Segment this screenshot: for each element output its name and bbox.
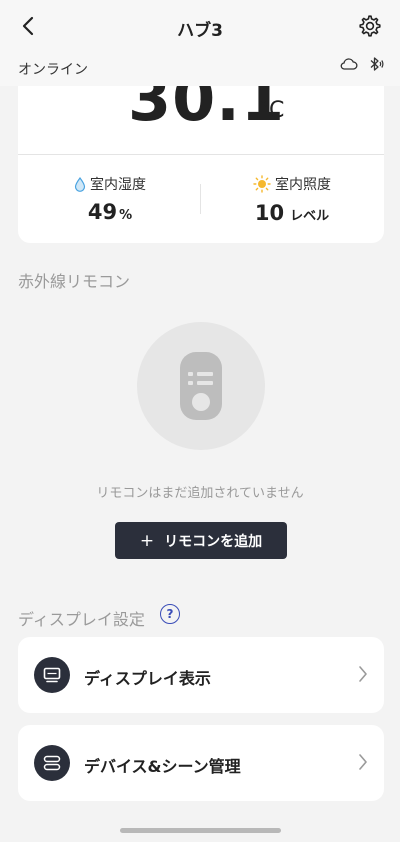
plus-icon: + [139,530,155,551]
sun-icon [253,175,271,193]
device-scene-management-label: デバイス&シーン管理 [84,757,241,776]
ir-remote-section-title: 赤外線リモコン [18,272,131,291]
gear-icon [359,15,381,37]
temperature-unit: °C [258,98,285,123]
illuminance-metric: 室内照度 10 レベル [202,174,382,225]
humidity-value: 49 [87,199,118,224]
display-view-label: ディスプレイ表示 [84,669,211,688]
bluetooth-icon [370,57,384,71]
toggle-list-icon [34,745,70,781]
humidity-metric: 室内湿度 49% [20,174,200,224]
chevron-right-icon [359,666,367,682]
climate-card: 30.1 °C 室内湿度 49% 室内照度 10 レベル [18,86,384,243]
water-drop-icon [74,176,86,192]
illuminance-value: 10 [254,201,285,225]
chevron-right-icon [359,754,367,770]
home-indicator[interactable] [120,828,281,833]
metric-divider [200,184,201,214]
add-remote-button[interactable]: + リモコンを追加 [115,522,287,559]
illuminance-unit: レベル [290,209,330,224]
monitor-icon [34,657,70,693]
connection-status: オンライン [18,62,88,78]
card-divider [18,154,384,155]
display-settings-section-title: ディスプレイ設定 [18,610,145,629]
remote-control-icon [180,352,222,420]
humidity-unit: % [119,207,133,223]
settings-button[interactable] [356,12,384,40]
remote-placeholder [137,322,265,450]
humidity-label: 室内湿度 [90,177,146,193]
top-bar: ハブ3 オンライン [0,0,400,86]
cloud-icon [340,58,358,70]
page-title: ハブ3 [177,21,223,41]
device-scene-management-row[interactable]: デバイス&シーン管理 [18,725,384,801]
illuminance-label: 室内照度 [275,177,331,193]
display-view-row[interactable]: ディスプレイ表示 [18,637,384,713]
add-remote-label: リモコンを追加 [164,533,263,550]
help-icon[interactable]: ? [160,604,180,624]
empty-remote-message: リモコンはまだ追加されていません [96,486,304,501]
